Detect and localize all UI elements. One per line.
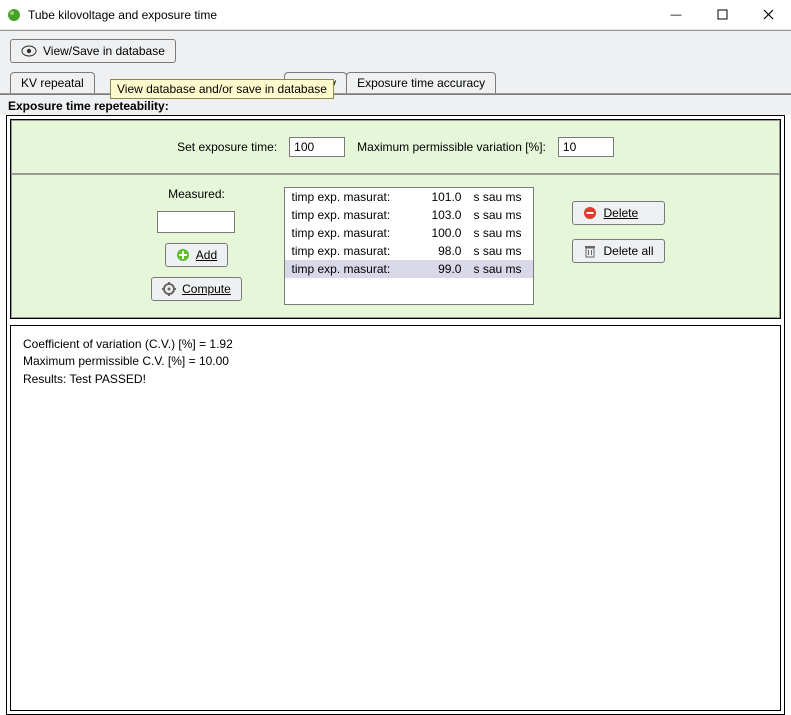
max-variation-label: Maximum permissible variation [%]: [357,140,546,154]
list-item[interactable]: timp exp. masurat:100.0s sau ms [285,224,533,242]
content-area: Set exposure time: Maximum permissible v… [6,115,785,715]
max-variation-input[interactable] [558,137,614,157]
result-max: Maximum permissible C.V. [%] = 10.00 [23,353,768,370]
delete-all-label: Delete all [603,244,653,258]
compute-label: Compute [182,282,231,296]
list-item[interactable]: timp exp. masurat:103.0s sau ms [285,206,533,224]
set-exposure-label: Set exposure time: [177,140,277,154]
add-button[interactable]: Add [165,243,228,267]
delete-all-button[interactable]: Delete all [572,239,664,263]
minimize-button[interactable]: — [653,0,699,30]
tab-kv-repeatability[interactable]: KV repeatal [10,72,95,93]
plus-icon [176,248,190,262]
measured-label: Measured: [168,187,225,201]
delete-label: Delete [603,206,638,220]
view-save-label: View/Save in database [43,44,165,58]
results-area: Coefficient of variation (C.V.) [%] = 1.… [10,325,781,711]
gear-icon [162,282,176,296]
tooltip: View database and/or save in database [110,79,334,99]
maximize-button[interactable] [699,0,745,30]
compute-button[interactable]: Compute [151,277,242,301]
window-title: Tube kilovoltage and exposure time [28,8,653,22]
delete-button[interactable]: Delete [572,201,664,225]
app-icon [6,7,22,23]
add-label: Add [196,248,217,262]
result-cv: Coefficient of variation (C.V.) [%] = 1.… [23,336,768,353]
delete-icon [583,206,597,220]
list-item[interactable]: timp exp. masurat:99.0s sau ms [285,260,533,278]
result-status: Results: Test PASSED! [23,371,768,388]
titlebar: Tube kilovoltage and exposure time — [0,0,791,30]
toolbar: View/Save in database KV repeatal ccurac… [0,30,791,94]
list-item[interactable]: timp exp. masurat:101.0s sau ms [285,188,533,206]
eye-icon [21,45,37,57]
inputs-panel: Set exposure time: Maximum permissible v… [10,119,781,319]
view-save-button[interactable]: View/Save in database [10,39,176,63]
trash-icon [583,244,597,258]
measured-input[interactable] [157,211,235,233]
close-button[interactable] [745,0,791,30]
set-exposure-input[interactable] [289,137,345,157]
measured-panel: Measured: Add [11,174,780,318]
measurements-list[interactable]: timp exp. masurat:101.0s sau mstimp exp.… [284,187,534,305]
list-item[interactable]: timp exp. masurat:98.0s sau ms [285,242,533,260]
set-panel: Set exposure time: Maximum permissible v… [11,120,780,174]
tab-exposure-time-accuracy[interactable]: Exposure time accuracy [346,72,496,93]
